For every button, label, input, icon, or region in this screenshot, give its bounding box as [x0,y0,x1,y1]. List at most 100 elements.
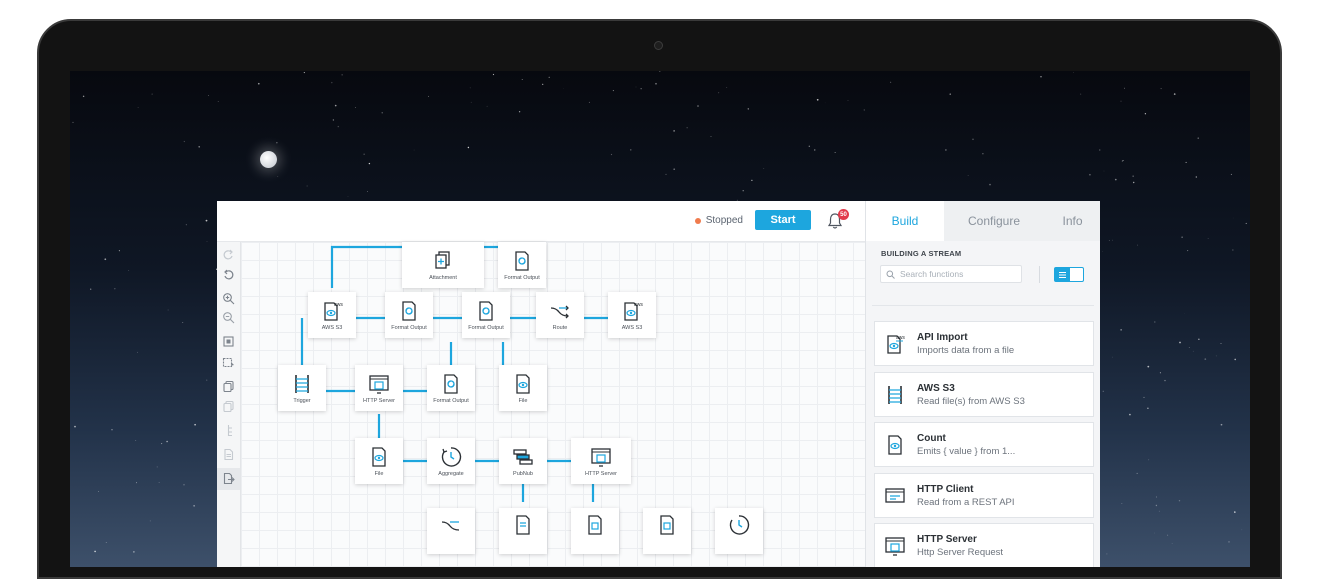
node-http-server[interactable]: HTTP Server [571,438,631,484]
function-desc: Read from a REST API [917,497,1015,508]
function-item-aws-s3[interactable]: AWS S3 Read file(s) from AWS S3 [874,372,1094,417]
zoom-in-icon[interactable] [222,292,235,305]
node-label: AWS S3 [622,325,643,331]
node-label: HTTP Server [363,398,395,404]
node-document[interactable] [499,508,547,554]
node-route[interactable] [427,508,475,554]
copy-icon[interactable] [222,380,235,393]
node-label: Format Output [433,398,468,404]
function-title: Count [917,433,1015,444]
dna-icon [884,384,906,406]
function-desc: Imports data from a file [917,345,1014,356]
node-file[interactable] [571,508,619,554]
undo-icon[interactable] [222,268,235,281]
node-format-output[interactable]: Format Output [498,242,546,288]
function-title: API Import [917,332,1014,343]
node-file[interactable]: File [499,365,547,411]
node-label: AWS S3 [322,325,343,331]
status-dot [695,218,701,224]
node-pubnub[interactable]: PubNub [499,438,547,484]
node-label: File [519,398,528,404]
node-label: Aggregate [438,471,463,477]
top-bar: Stopped Start 50 [217,201,865,242]
function-desc: Emits { value } from 1... [917,446,1015,457]
aws-file-icon: aws [884,333,906,355]
timer-icon [440,446,462,468]
attachment-icon [432,250,454,272]
stack-icon [512,446,534,468]
file-eye-icon [512,373,534,395]
zoom-out-icon[interactable] [222,311,235,324]
functions-panel: Build Configure Info BUILDING A STREAM a… [865,201,1100,567]
search-box[interactable] [880,265,1022,283]
node-trigger[interactable]: Trigger [278,365,326,411]
node-aws-s3[interactable]: aws AWS S3 [308,292,356,338]
node-route[interactable]: Route [536,292,584,338]
function-item-count[interactable]: Count Emits { value } from 1... [874,422,1094,467]
document-icon[interactable] [222,448,235,461]
list-view-icon[interactable] [1055,268,1070,281]
function-item-http-server[interactable]: HTTP Server Http Server Request [874,523,1094,567]
server-icon [590,446,612,468]
view-toggle[interactable] [1054,267,1084,282]
tree-icon[interactable] [222,424,235,437]
node-format-output[interactable]: Format Output [427,365,475,411]
node-label: Format Output [468,325,503,331]
connection-wires [241,242,865,567]
route-icon [549,300,571,322]
function-title: AWS S3 [917,383,1025,394]
start-button[interactable]: Start [755,210,811,230]
tab-build[interactable]: Build [866,201,944,241]
tab-configure[interactable]: Configure [944,201,1044,241]
format-output-icon [475,300,497,322]
node-label: Route [553,325,568,331]
stream-builder-window: Stopped Start 50 [217,201,1100,567]
dna-icon [291,373,313,395]
svg-text:aws: aws [334,302,343,308]
divider [1039,266,1040,283]
function-title: HTTP Client [917,484,1015,495]
flow-canvas[interactable]: Attachment Format Output aws AWS S3 Form… [241,242,865,567]
file-eye-icon [368,446,390,468]
format-output-icon [511,250,533,272]
server-icon [368,373,390,395]
svg-text:aws: aws [634,302,643,308]
function-desc: Read file(s) from AWS S3 [917,396,1025,407]
canvas-toolbar [217,242,241,567]
format-output-icon [398,300,420,322]
file-eye-icon [884,434,906,456]
node-aggregate[interactable]: Aggregate [427,438,475,484]
route-icon [440,514,462,536]
file-icon [656,514,678,536]
desktop-screen: Stopped Start 50 [70,71,1250,567]
aws-file-icon: aws [321,300,343,322]
format-output-icon [440,373,462,395]
node-format-output[interactable]: Format Output [462,292,510,338]
node-attachment[interactable]: Attachment [402,242,484,288]
search-icon [886,270,895,279]
function-text: API Import Imports data from a file [917,332,1014,356]
node-aws-s3[interactable]: aws AWS S3 [608,292,656,338]
function-item-http-client[interactable]: HTTP Client Read from a REST API [874,473,1094,518]
search-input[interactable] [900,269,1010,279]
tab-info[interactable]: Info [1044,201,1100,241]
paste-icon[interactable] [222,400,235,413]
node-format-output[interactable]: Format Output [385,292,433,338]
webcam [654,41,663,50]
node-file[interactable] [643,508,691,554]
function-item-api-import[interactable]: aws API Import Imports data from a file [874,321,1094,366]
fit-view-icon[interactable] [222,335,235,348]
panel-tabs: Build Configure Info [866,201,1100,241]
function-desc: Http Server Request [917,547,1003,558]
export-icon[interactable] [222,472,235,485]
node-file[interactable]: File [355,438,403,484]
timer-icon [728,514,750,536]
redo-icon[interactable] [222,248,235,261]
document-icon [512,514,534,536]
function-text: HTTP Server Http Server Request [917,534,1003,558]
svg-text:aws: aws [896,335,905,341]
node-aggregate[interactable] [715,508,763,554]
server-icon [884,535,906,557]
node-http-server[interactable]: HTTP Server [355,365,403,411]
select-area-icon[interactable] [222,356,235,369]
